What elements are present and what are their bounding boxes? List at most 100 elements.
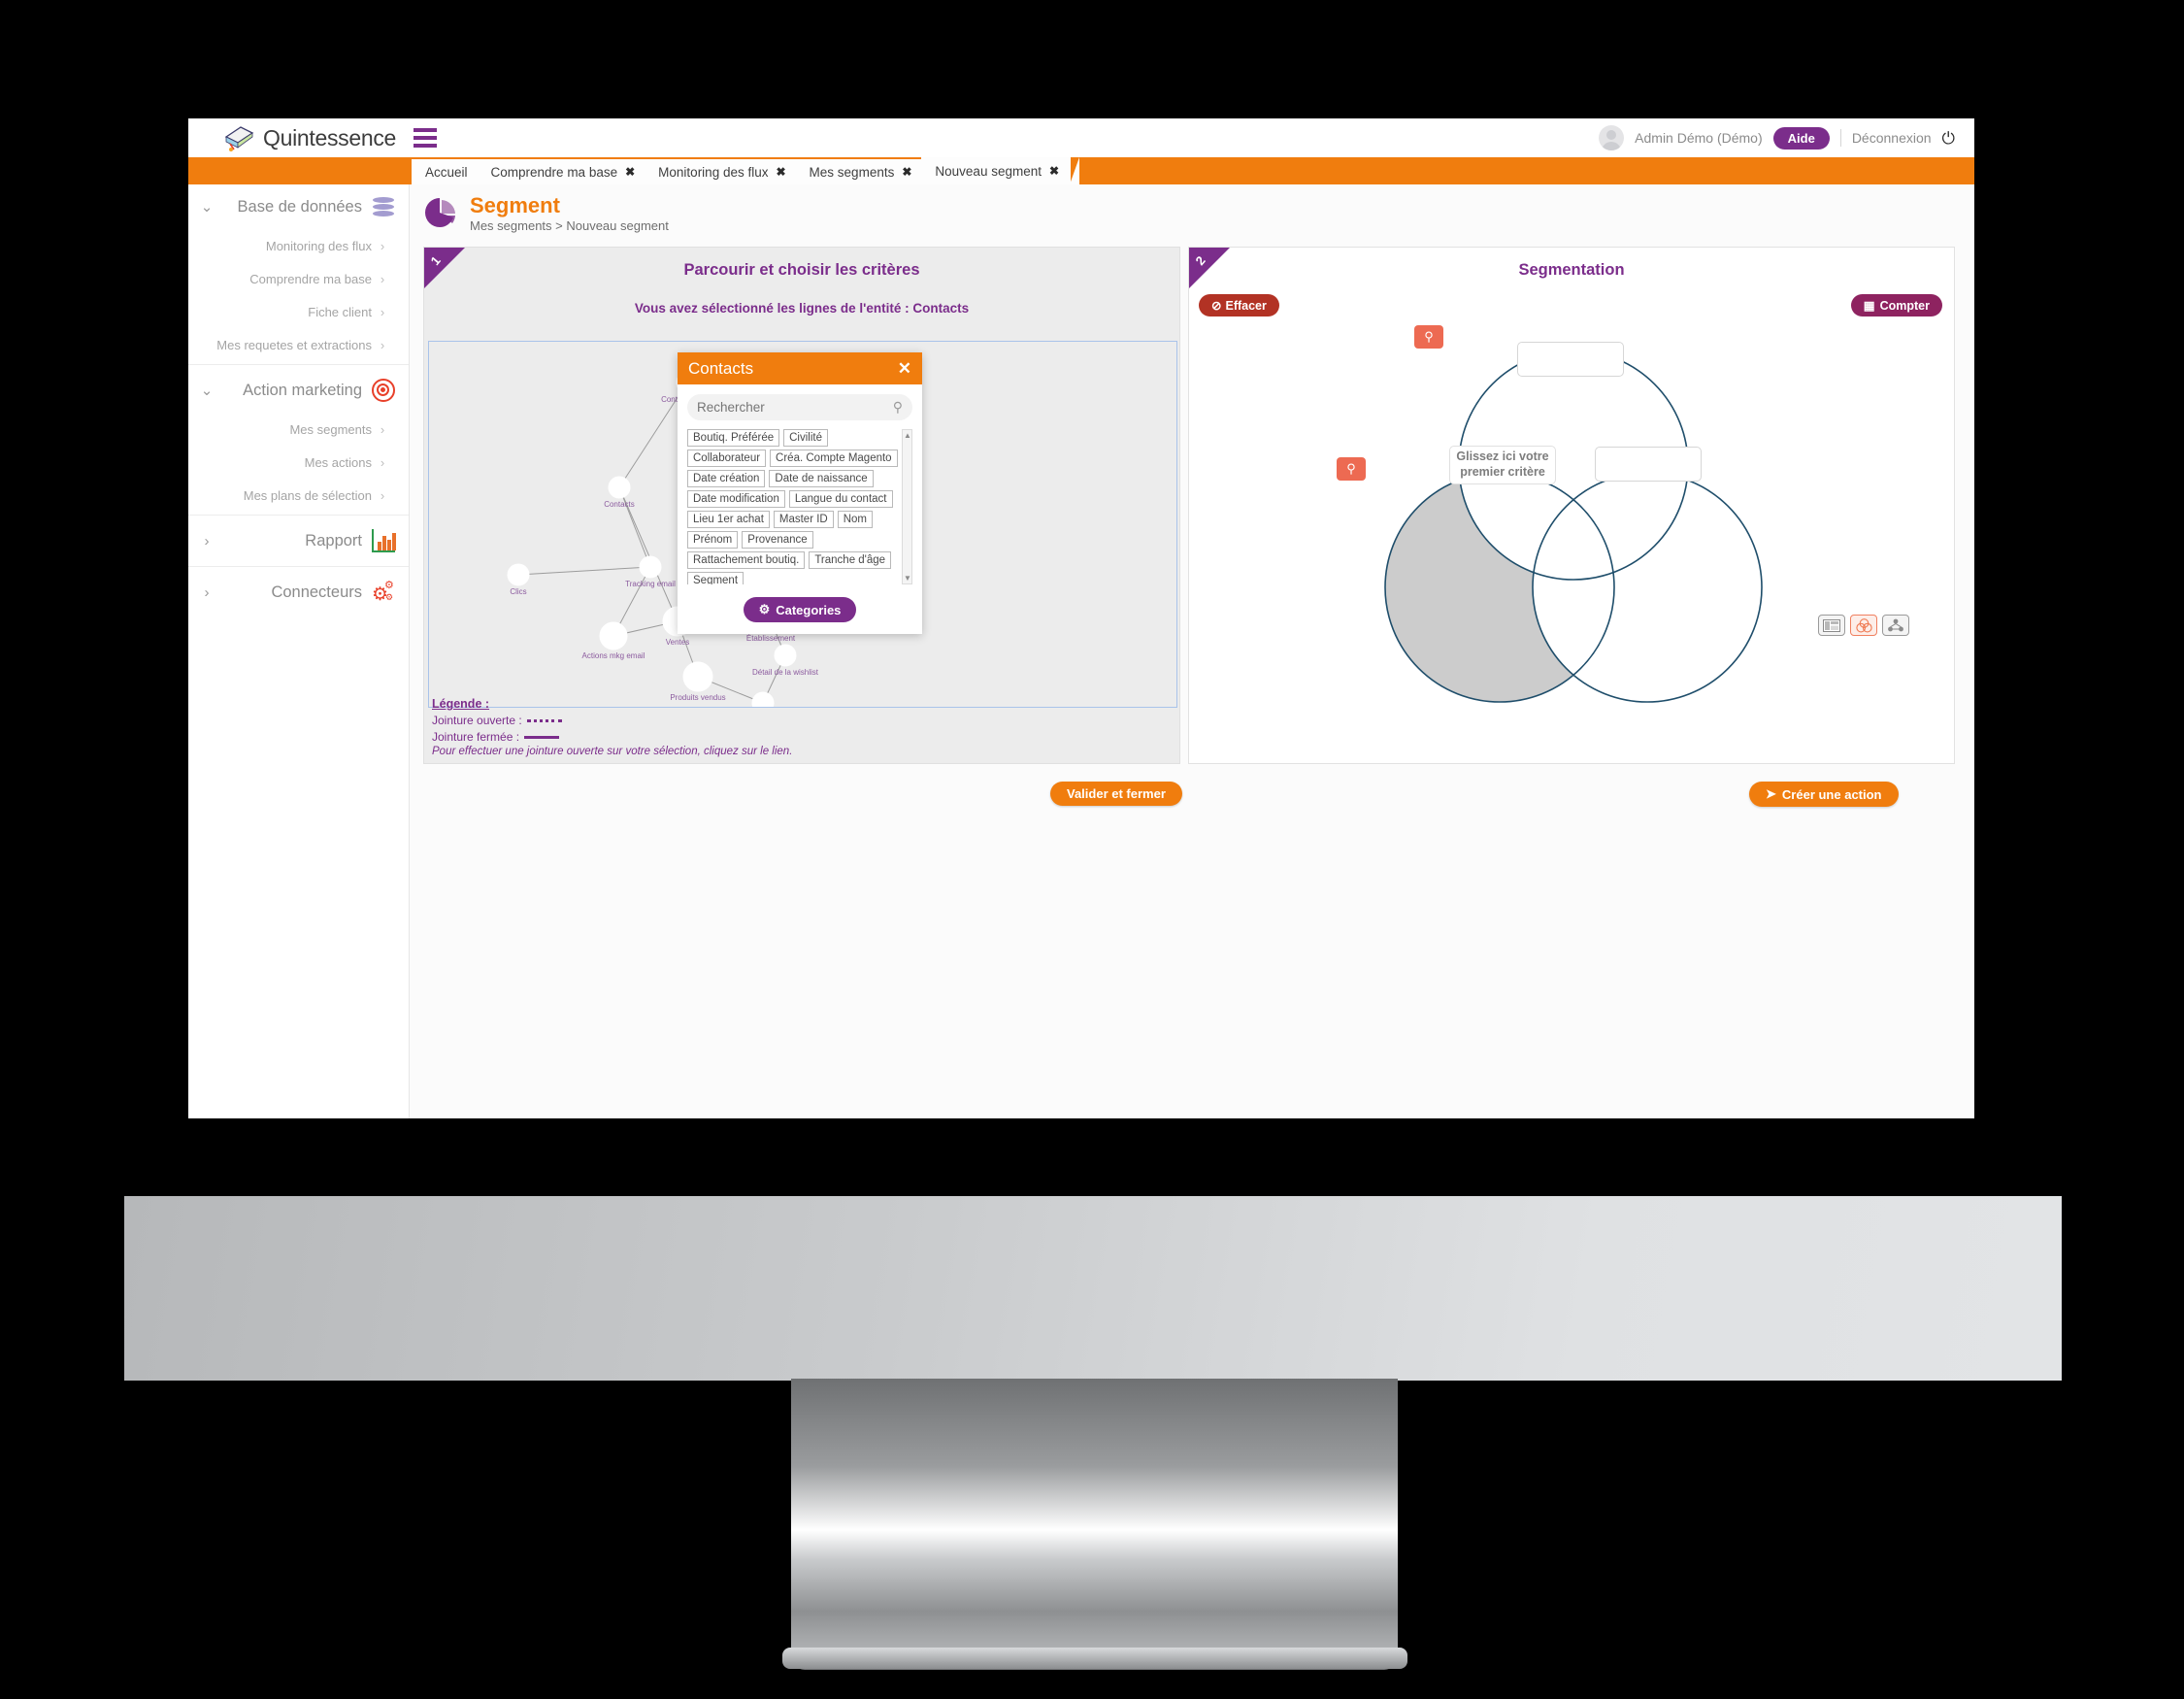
graph-edge[interactable]: [517, 566, 651, 576]
brand[interactable]: Quintessence: [222, 124, 396, 151]
sidebar-item-monitoring-des-flux[interactable]: Monitoring des flux ›: [188, 229, 409, 262]
criteria-chip[interactable]: Lieu 1er achat: [687, 511, 770, 528]
legend-title: Légende :: [432, 697, 490, 711]
criteria-chip[interactable]: Collaborateur: [687, 450, 767, 467]
criteria-slot-left[interactable]: Glissez ici votre premier critère: [1449, 446, 1556, 484]
tab-close-icon[interactable]: ✖: [625, 165, 635, 179]
chevron-right-icon: ›: [380, 238, 385, 253]
criteria-slot-right[interactable]: [1595, 447, 1702, 482]
criteria-chip[interactable]: Boutiq. Préférée: [687, 429, 780, 447]
tab-accueil[interactable]: Accueil: [412, 159, 488, 184]
venn-view-toggle[interactable]: [1850, 615, 1877, 636]
criteria-chip[interactable]: Provenance: [742, 531, 813, 549]
criteria-chip[interactable]: Nom: [837, 511, 874, 528]
sidebar-item-mes-requetes-et-extractions[interactable]: Mes requetes et extractions ›: [188, 328, 409, 361]
panel-view-toggle[interactable]: [1818, 615, 1845, 636]
criteria-slot-top[interactable]: [1517, 342, 1624, 377]
close-icon[interactable]: ✕: [898, 359, 911, 379]
tab-label: Nouveau segment: [935, 163, 1042, 179]
count-button[interactable]: ▦ Compter: [1850, 294, 1942, 316]
zoom-button-top[interactable]: ⚲: [1414, 325, 1443, 349]
power-icon[interactable]: ⏻: [1942, 130, 1955, 147]
tab-monitoring-des-flux[interactable]: Monitoring des flux ✖: [645, 159, 807, 184]
criteria-chip-list: Boutiq. Préférée Civilité Collaborateur Cré…: [687, 429, 899, 584]
graph-node[interactable]: [774, 644, 797, 667]
sidebar-group-rapport[interactable]: › Rapport: [188, 518, 409, 563]
tree-view-toggle[interactable]: [1882, 615, 1909, 636]
scrollbar[interactable]: ▲ ▼: [902, 429, 912, 584]
sidebar-item-mes-plans-de-s-lection[interactable]: Mes plans de sélection ›: [188, 479, 409, 512]
chevron-down-icon: ⌄: [200, 383, 214, 399]
tab-close-icon[interactable]: ✖: [902, 165, 911, 179]
criteria-chip[interactable]: Date de naissance: [769, 470, 874, 487]
solid-line-sample: [524, 735, 560, 739]
help-button[interactable]: Aide: [1772, 126, 1830, 150]
criteria-chip[interactable]: Prénom: [687, 531, 739, 549]
graph-node-label: Actions mkg email: [582, 651, 645, 660]
sidebar-group-label: Action marketing: [243, 381, 362, 399]
validate-close-label: Valider et fermer: [1067, 786, 1166, 801]
search-icon: ⚲: [1346, 461, 1356, 476]
chevron-right-icon: ›: [204, 532, 210, 550]
create-action-label: Créer une action: [1781, 786, 1882, 802]
sidebar-group-action-marketing[interactable]: ⌄ Action marketing: [188, 368, 409, 413]
monitor-stand-foot: [782, 1648, 1407, 1669]
sidebar-group-label: Base de données: [237, 197, 362, 216]
ban-icon: ⊘: [1211, 299, 1222, 313]
search-field-wrap[interactable]: ⚲: [687, 394, 912, 420]
graph-node[interactable]: [639, 555, 662, 579]
criteria-chip[interactable]: Segment: [687, 572, 745, 584]
criteria-chip[interactable]: Date modification: [687, 490, 785, 508]
tab-label: Monitoring des flux: [658, 164, 769, 180]
criteria-chip[interactable]: Master ID: [773, 511, 834, 528]
create-action-button[interactable]: ➤ Créer une action: [1749, 782, 1899, 807]
logout-link[interactable]: Déconnexion: [1852, 130, 1932, 146]
criteria-chip[interactable]: Créa. Compte Magento: [770, 450, 898, 467]
graph-node[interactable]: [599, 621, 628, 650]
sidebar-group-base-de-donn-es[interactable]: ⌄ Base de données: [188, 184, 409, 229]
chevron-right-icon: ›: [380, 487, 385, 503]
search-icon[interactable]: ⚲: [893, 399, 903, 416]
sidebar-item-label: Fiche client: [308, 304, 372, 319]
sidebar-item-fiche-client[interactable]: Fiche client ›: [188, 295, 409, 328]
tab-close-icon[interactable]: ✖: [1049, 164, 1059, 178]
divider: [188, 566, 409, 567]
criteria-chip[interactable]: Civilité: [783, 429, 828, 447]
gear-icon: ⚙: [758, 602, 771, 616]
tab-mes-segments[interactable]: Mes segments ✖: [795, 159, 933, 184]
categories-button[interactable]: ⚙ Categories: [743, 597, 857, 622]
tab-nouveau-segment[interactable]: Nouveau segment ✖: [921, 157, 1079, 184]
criteria-chip[interactable]: Langue du contact: [788, 490, 893, 508]
zoom-button-left[interactable]: ⚲: [1337, 457, 1366, 481]
chevron-up-icon[interactable]: ▲: [904, 431, 911, 440]
sidebar-item-mes-actions[interactable]: Mes actions ›: [188, 446, 409, 479]
criteria-chip[interactable]: Date création: [687, 470, 766, 487]
hamburger-icon[interactable]: [414, 128, 438, 148]
venn-diagram-area[interactable]: ⚲ ⚲ ⚲ Glissez ici votre premier critère: [1189, 317, 1954, 735]
tab-close-icon[interactable]: ✖: [776, 165, 785, 179]
tab-comprendre-ma-base[interactable]: Comprendre ma base ✖: [477, 159, 655, 184]
criteria-chip[interactable]: Rattachement boutiq.: [687, 551, 806, 569]
graph-node[interactable]: [682, 661, 713, 692]
tab-label: Comprendre ma base: [490, 164, 618, 180]
sidebar-item-comprendre-ma-base[interactable]: Comprendre ma base ›: [188, 262, 409, 295]
graph-node[interactable]: [507, 563, 530, 586]
legend-closed-join-label: Jointure fermée :: [432, 730, 520, 744]
chevron-right-circle-icon: ➤: [1766, 786, 1776, 801]
criteria-chip[interactable]: Tranche d'âge: [809, 551, 892, 569]
user-name: Admin Démo (Démo): [1635, 130, 1763, 146]
sidebar-group-connecteurs[interactable]: › Connecteurs ⚙ ⚙ ⚙: [188, 570, 409, 615]
criteria-chip-scroll[interactable]: Boutiq. Préférée Civilité Collaborateur Cré…: [687, 429, 912, 584]
legend-open-join-label: Jointure ouverte :: [432, 714, 522, 727]
page-title: Segment: [470, 193, 560, 217]
drop-hint-label: Glissez ici votre premier critère: [1456, 450, 1549, 479]
validate-close-button[interactable]: Valider et fermer: [1050, 782, 1182, 806]
sidebar-item-mes-segments[interactable]: Mes segments ›: [188, 413, 409, 446]
search-input[interactable]: [697, 400, 893, 415]
calculator-icon: ▦: [1863, 299, 1875, 313]
chevron-down-icon[interactable]: ▼: [904, 574, 911, 583]
quintessence-logo-icon: [222, 124, 255, 151]
clear-button[interactable]: ⊘ Effacer: [1199, 294, 1279, 316]
graph-node[interactable]: [608, 476, 631, 499]
tab-label: Accueil: [425, 164, 468, 180]
